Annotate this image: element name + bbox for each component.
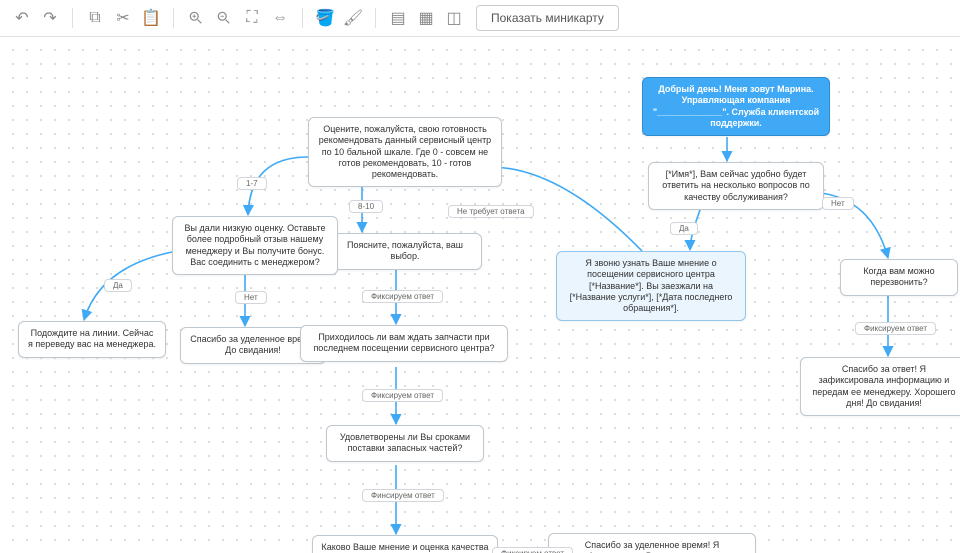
node-parts-wait[interactable]: Приходилось ли вам ждать запчасти при по…	[300, 325, 508, 362]
node-purpose[interactable]: Я звоню узнать Ваше мнение о посещении с…	[556, 251, 746, 321]
node-quality[interactable]: Каково Ваше мнение и оценка качества вып…	[312, 535, 498, 553]
copy-icon[interactable]: ⧉	[83, 6, 107, 30]
node-parts-ok[interactable]: Удовлетворены ли Вы сроками поставки зап…	[326, 425, 484, 462]
node-thanks-cb[interactable]: Спасибо за ответ! Я зафиксировала информ…	[800, 357, 960, 416]
cut-icon[interactable]: ✂	[111, 6, 135, 30]
edge-label: Финсируем ответ	[362, 489, 444, 502]
zoom-in-icon[interactable]	[184, 6, 208, 30]
node-final[interactable]: Спасибо за уделенное время! Я зафиксиров…	[548, 533, 756, 553]
node-lowscore[interactable]: Вы дали низкую оценку. Оставьте более по…	[172, 216, 338, 275]
bucket-icon[interactable]: 🪣	[313, 6, 337, 30]
edge-label: Фиксируем ответ	[362, 290, 443, 303]
paste-icon[interactable]: 📋	[139, 6, 163, 30]
node-start[interactable]: Добрый день! Меня зовут Марина. Управляю…	[642, 77, 830, 136]
node-nps[interactable]: Оцените, пожалуйста, свою готовность рек…	[308, 117, 502, 187]
show-minimap-button[interactable]: Показать миникарту	[476, 5, 619, 31]
edge-label: 1-7	[237, 177, 267, 190]
undo-icon[interactable]: ↶	[10, 6, 34, 30]
align-h-icon[interactable]: ⇔	[268, 6, 292, 30]
diagram-canvas[interactable]: Добрый день! Меня зовут Марина. Управляю…	[0, 37, 960, 553]
edge-label: Не требует ответа	[448, 205, 534, 218]
node-explain[interactable]: Поясните, пожалуйста, ваш выбор.	[328, 233, 482, 270]
edge-label: Фиксируем ответ	[362, 389, 443, 402]
toolbar: ↶ ↷ ⧉ ✂ 📋 ⛶ ⇔ 🪣 🖌 ▤ ▦ ◫ Показать миникар…	[0, 0, 960, 37]
node-callback[interactable]: Когда вам можно перезвонить?	[840, 259, 958, 296]
fit-icon[interactable]: ⛶	[240, 6, 264, 30]
layer-icon[interactable]: ▤	[386, 6, 410, 30]
edge-label: Нет	[822, 197, 854, 210]
redo-icon[interactable]: ↷	[38, 6, 62, 30]
brush-icon[interactable]: 🖌	[341, 6, 365, 30]
edge-label: Фиксируем ответ	[492, 547, 573, 553]
view-icon[interactable]: ◫	[442, 6, 466, 30]
node-transfer[interactable]: Подождите на линии. Сейчас я переведу ва…	[18, 321, 166, 358]
grid-icon[interactable]: ▦	[414, 6, 438, 30]
edge-label: Нет	[235, 291, 267, 304]
edge-label: Фиксируем ответ	[855, 322, 936, 335]
node-q-time[interactable]: [*Имя*], Вам сейчас удобно будет ответит…	[648, 162, 824, 210]
zoom-out-icon[interactable]	[212, 6, 236, 30]
edge-label: 8-10	[349, 200, 383, 213]
edge-label: Да	[670, 222, 698, 235]
edge-label: Да	[104, 279, 132, 292]
